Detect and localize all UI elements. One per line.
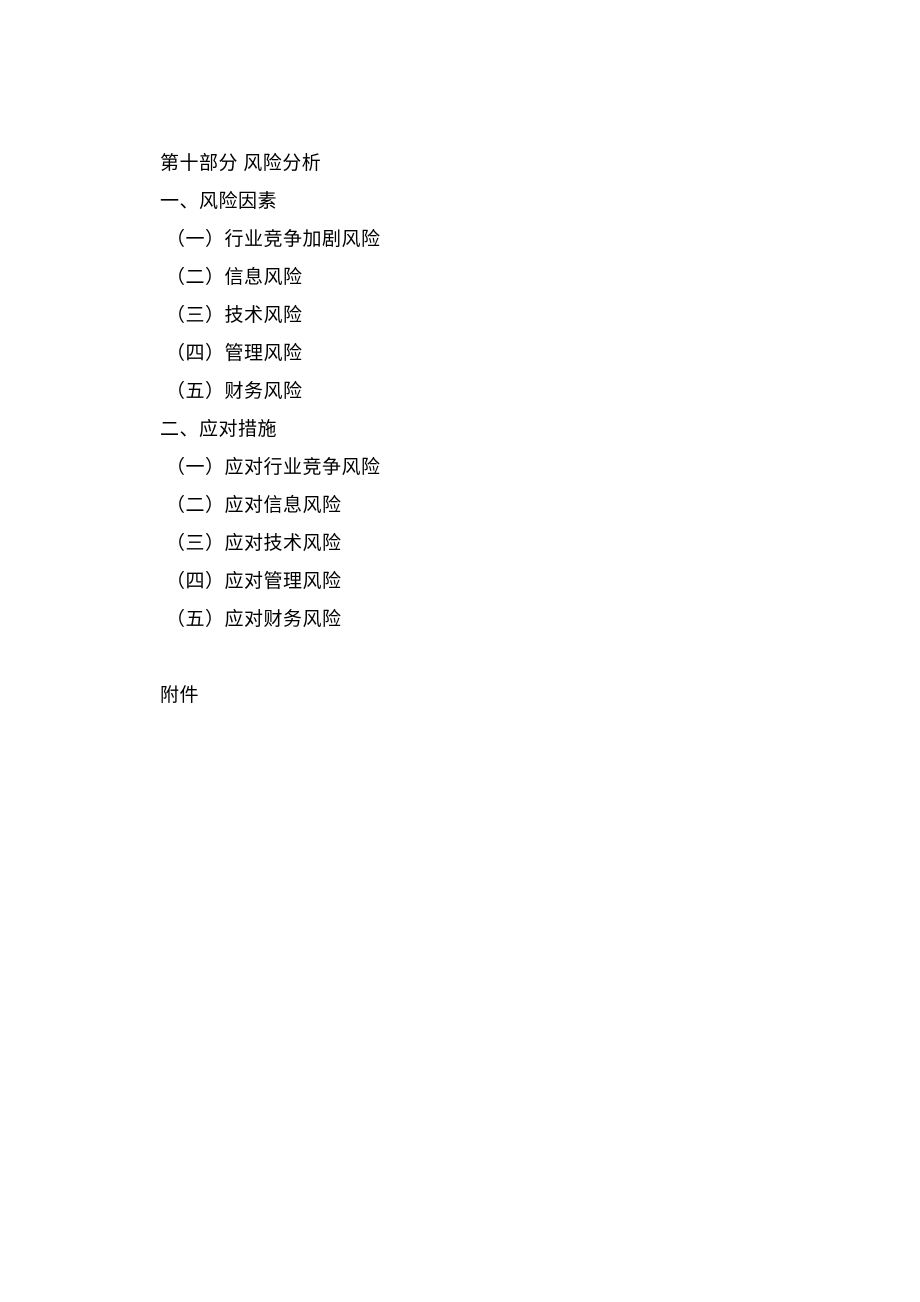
list-item: （一）应对行业竞争风险 [160,449,760,487]
section-title: 第十部分 风险分析 [160,145,760,183]
list-item: （四）管理风险 [160,335,760,373]
list-item: （二）信息风险 [160,259,760,297]
list-item: （二）应对信息风险 [160,487,760,525]
list-item: （三）应对技术风险 [160,525,760,563]
list-item: （三）技术风险 [160,297,760,335]
list-item: （一）行业竞争加剧风险 [160,221,760,259]
appendix-label: 附件 [160,677,760,715]
list-item: （五）应对财务风险 [160,601,760,639]
group-heading: 二、应对措施 [160,411,760,449]
group-heading: 一、风险因素 [160,183,760,221]
list-item: （五）财务风险 [160,373,760,411]
document-content: 第十部分 风险分析 一、风险因素 （一）行业竞争加剧风险 （二）信息风险 （三）… [160,145,760,715]
list-item: （四）应对管理风险 [160,563,760,601]
